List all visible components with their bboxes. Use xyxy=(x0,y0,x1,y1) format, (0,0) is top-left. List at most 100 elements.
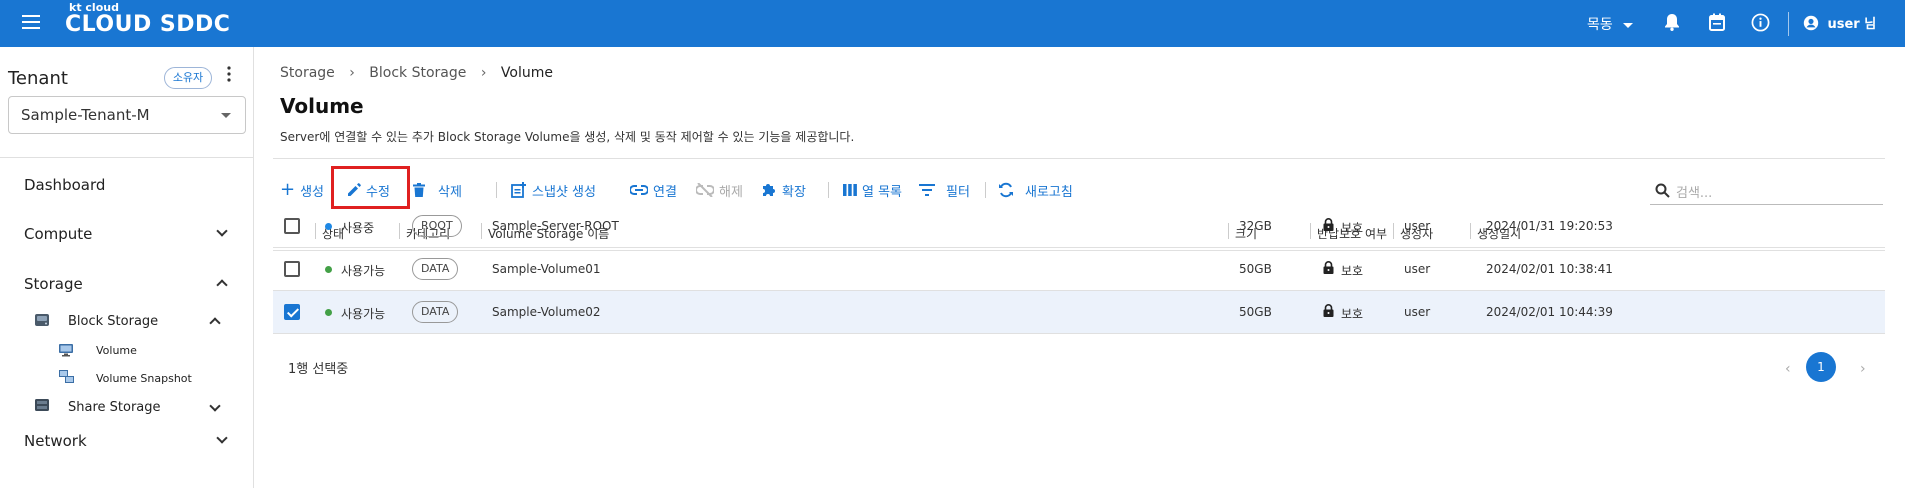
user-menu[interactable]: user 님 xyxy=(1803,13,1876,32)
delete-label: 삭제 xyxy=(438,184,462,200)
calendar-icon[interactable] xyxy=(1709,13,1725,35)
category-chip: DATA xyxy=(412,301,459,323)
disconnect-label: 해제 xyxy=(719,184,743,200)
protect-status: 보호 xyxy=(1341,264,1364,278)
sidebar-item-block-storage[interactable]: Block Storage xyxy=(68,314,158,329)
owner-badge[interactable]: 소유자 xyxy=(164,67,212,89)
more-vert-icon[interactable] xyxy=(226,66,232,86)
sidebar-divider xyxy=(0,157,254,158)
columns-icon xyxy=(843,184,857,196)
columns-button[interactable]: 열 목록 xyxy=(843,175,902,205)
toolbar-divider xyxy=(985,182,986,198)
search-field[interactable]: 검색... xyxy=(1650,175,1883,205)
connect-label: 연결 xyxy=(653,184,677,200)
page-button-current[interactable]: 1 xyxy=(1806,352,1836,382)
volume-size: 50GB xyxy=(1239,305,1272,319)
toolbar-divider xyxy=(828,182,829,198)
header-divider xyxy=(1788,12,1789,36)
search-input[interactable]: 검색... xyxy=(1676,182,1712,201)
disk-icon xyxy=(34,312,50,331)
category-chip: ROOT xyxy=(412,215,462,237)
extend-button[interactable]: 확장 xyxy=(761,175,806,205)
sidebar-item-compute[interactable]: Compute xyxy=(24,225,92,243)
creator: user xyxy=(1404,219,1431,233)
disconnect-button[interactable]: 해제 xyxy=(696,175,743,205)
filter-icon xyxy=(919,184,935,196)
chevron-down-icon[interactable] xyxy=(209,400,221,412)
search-icon xyxy=(1655,183,1670,198)
create-label: 생성 xyxy=(300,184,325,200)
chevron-down-icon[interactable] xyxy=(216,432,228,444)
refresh-label: 새로고침 xyxy=(1025,184,1073,200)
table-row[interactable]: 사용가능 DATA Sample-Volume02 50GB 보호 user 2024/02… xyxy=(273,291,1885,334)
sidebar: Tenant 소유자 Sample-Tenant-M Dashboard Com… xyxy=(0,47,254,488)
bell-icon[interactable] xyxy=(1664,13,1680,35)
main-content: Storage › Block Storage › Volume Volume … xyxy=(255,47,1905,488)
connect-button[interactable]: 연결 xyxy=(630,175,677,205)
selection-count: 1행 선택중 xyxy=(288,362,349,377)
volume-name[interactable]: Sample-Volume02 xyxy=(492,305,601,319)
snapshot-add-icon xyxy=(511,182,526,198)
row-checkbox[interactable] xyxy=(284,218,300,234)
filter-button[interactable]: 필터 xyxy=(919,175,970,205)
sidebar-item-dashboard[interactable]: Dashboard xyxy=(24,176,105,194)
volume-size: 32GB xyxy=(1239,219,1272,233)
toolbar-divider xyxy=(496,182,497,198)
delete-button[interactable]: 삭제 xyxy=(413,175,462,205)
filter-label: 필터 xyxy=(946,184,970,200)
dropdown-arrow-icon xyxy=(221,113,231,118)
region-label: 목동 xyxy=(1587,17,1613,33)
sidebar-item-share-storage[interactable]: Share Storage xyxy=(68,400,161,415)
breadcrumb-block-storage[interactable]: Block Storage xyxy=(369,65,466,81)
sidebar-item-volume-snapshot[interactable]: Volume Snapshot xyxy=(96,372,192,385)
row-checkbox[interactable] xyxy=(284,261,300,277)
sidebar-item-volume[interactable]: Volume xyxy=(96,344,137,357)
chevron-down-icon[interactable] xyxy=(216,225,228,237)
columns-label: 열 목록 xyxy=(862,184,903,200)
volume-name[interactable]: Sample-Server-ROOT xyxy=(492,219,619,233)
monitor-icon xyxy=(58,342,74,361)
snapshot-icon xyxy=(58,369,76,389)
info-icon[interactable] xyxy=(1751,13,1770,36)
sidebar-item-storage[interactable]: Storage xyxy=(24,275,83,293)
create-snapshot-button[interactable]: 스냅샷 생성 xyxy=(511,175,596,205)
refresh-button[interactable]: 새로고침 xyxy=(998,175,1073,205)
table-row[interactable]: 사용중 ROOT Sample-Server-ROOT 32GB 보호 user 2024/… xyxy=(273,205,1885,248)
lock-icon xyxy=(1323,218,1334,234)
creator: user xyxy=(1404,305,1431,319)
toolbar: + 생성 수정 삭제 스냅샷 생성 연결 해제 확장 열 목록 필터 새로고침 xyxy=(280,175,1880,205)
tenant-select[interactable]: Sample-Tenant-M xyxy=(8,96,246,134)
plus-icon: + xyxy=(280,179,296,200)
lock-icon xyxy=(1323,304,1334,320)
chevron-up-icon[interactable] xyxy=(209,317,221,329)
content-divider xyxy=(273,158,1885,159)
account-icon xyxy=(1803,15,1819,31)
create-button[interactable]: + 생성 xyxy=(280,175,324,205)
row-checkbox[interactable] xyxy=(284,304,300,320)
logo-cloud-sddc[interactable]: CLOUD SDDC xyxy=(65,12,230,37)
created-at: 2024/01/31 19:20:53 xyxy=(1486,219,1613,233)
chevron-left-icon[interactable]: ‹ xyxy=(1785,361,1791,377)
volume-size: 50GB xyxy=(1239,262,1272,276)
volume-name[interactable]: Sample-Volume01 xyxy=(492,262,601,276)
extend-label: 확장 xyxy=(782,184,806,200)
status-text: 사용중 xyxy=(341,221,375,235)
top-app-bar: kt cloud CLOUD SDDC 목동 user 님 xyxy=(0,0,1905,47)
page-description: Server에 연결할 수 있는 추가 Block Storage Volume… xyxy=(280,130,855,144)
user-label: user 님 xyxy=(1827,17,1877,32)
breadcrumb-storage[interactable]: Storage xyxy=(280,65,335,81)
created-at: 2024/02/01 10:44:39 xyxy=(1486,305,1613,319)
chevron-right-icon[interactable]: › xyxy=(1860,361,1866,377)
tenant-select-value: Sample-Tenant-M xyxy=(21,106,150,124)
region-selector[interactable]: 목동 xyxy=(1587,14,1634,34)
sidebar-item-network[interactable]: Network xyxy=(24,432,87,450)
menu-icon[interactable] xyxy=(22,15,40,29)
table-row[interactable]: 사용가능 DATA Sample-Volume01 50GB 보호 user 2024/02… xyxy=(273,248,1885,291)
tenant-title: Tenant xyxy=(8,68,68,89)
status-dot xyxy=(325,223,332,230)
status-dot xyxy=(325,266,332,273)
chevron-up-icon[interactable] xyxy=(216,279,228,291)
status-dot xyxy=(325,309,332,316)
creator: user xyxy=(1404,262,1431,276)
link-icon xyxy=(630,185,648,195)
